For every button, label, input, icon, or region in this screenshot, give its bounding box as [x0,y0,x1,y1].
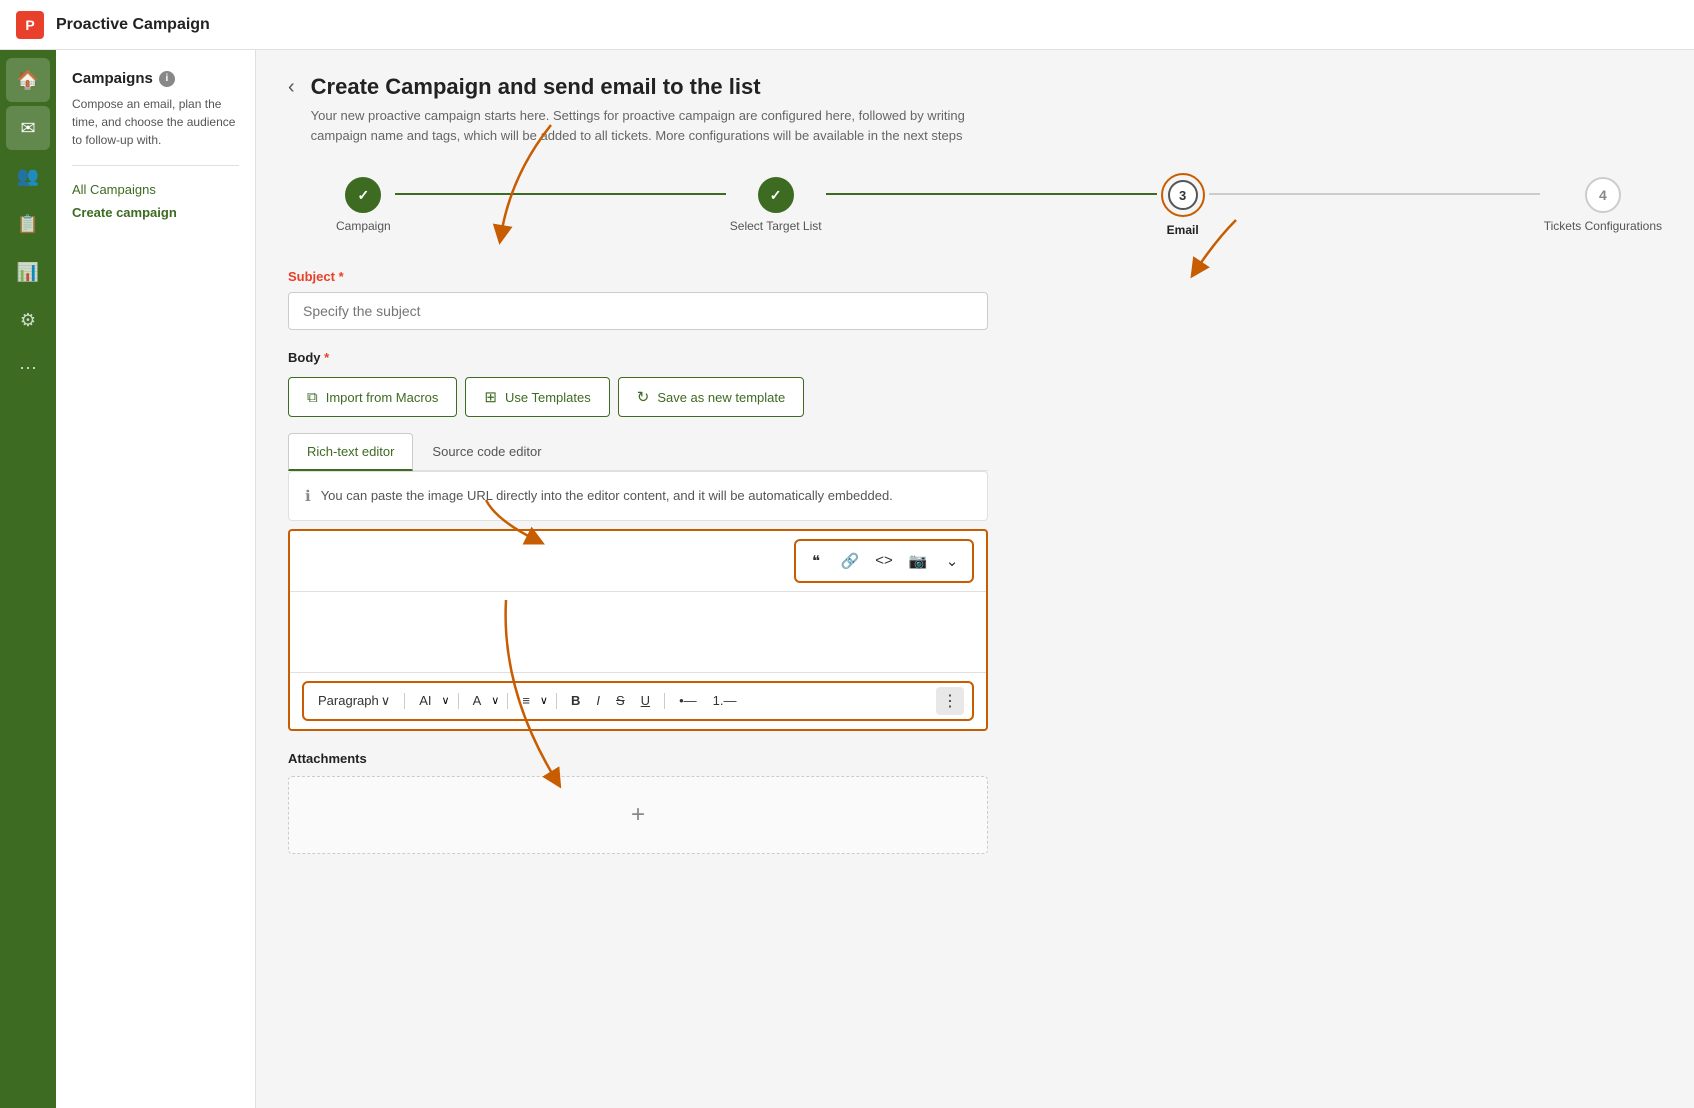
font-color-button[interactable]: A [467,689,488,712]
page-header-text: Create Campaign and send email to the li… [311,74,1011,145]
body-required: * [324,350,329,365]
code-button[interactable]: <> [868,545,900,577]
step-target-list: ✓ Select Target List [730,177,822,233]
toolbar-sep-1 [404,693,405,709]
step-circle-4: 4 [1585,177,1621,213]
page-title: Create Campaign and send email to the li… [311,74,1011,100]
nav-settings[interactable]: ⚙ [6,298,50,342]
editor-tabs: Rich-text editor Source code editor [288,433,988,471]
toolbar-sep-5 [664,693,665,709]
link-button[interactable]: 🔗 [834,545,866,577]
nav-list[interactable]: 📋 [6,202,50,246]
editor-bottom-toolbar: Paragraph ∨ AI ∨ A ∨ ≡ ∨ B [290,672,986,729]
subject-required: * [339,269,344,284]
nav-more[interactable]: ⋯ [6,346,50,390]
save-template-button[interactable]: ↻ Save as new template [618,377,804,417]
nav-reports[interactable]: 📊 [6,250,50,294]
page-description: Your new proactive campaign starts here.… [311,106,1011,145]
align-chevron-icon: ∨ [540,694,548,707]
font-chevron-icon: ∨ [491,694,499,707]
bullet-list-button[interactable]: •— [673,689,703,712]
info-circle-icon: ℹ [305,487,311,505]
step-tickets: 4 Tickets Configurations [1544,177,1662,233]
step-circle-2: ✓ [758,177,794,213]
bottom-toolbar-group: Paragraph ∨ AI ∨ A ∨ ≡ ∨ B [302,681,974,721]
step-email: 3 Email [1161,173,1205,237]
step-label-4: Tickets Configurations [1544,219,1662,233]
toolbar-sep-4 [556,693,557,709]
info-box-text: You can paste the image URL directly int… [321,486,893,506]
info-box: ℹ You can paste the image URL directly i… [288,471,988,521]
paragraph-dropdown[interactable]: Paragraph ∨ [312,689,396,713]
nav-email[interactable]: ✉ [6,106,50,150]
attachments-plus-icon: + [631,801,645,829]
main-layout: 🏠 ✉ 👥 📋 📊 ⚙ ⋯ Campaigns i Compose an ema… [0,50,1694,1108]
step-active-ring: 3 [1161,173,1205,217]
sidebar-item-all-campaigns[interactable]: All Campaigns [72,182,239,197]
tab-source-code[interactable]: Source code editor [413,433,560,471]
subject-label: Subject * [288,269,988,284]
underline-button[interactable]: U [635,689,656,712]
editor-content[interactable] [290,592,986,672]
ai-chevron-icon: ∨ [442,694,450,707]
italic-button[interactable]: I [590,689,606,712]
info-icon: i [159,71,175,87]
app-title: Proactive Campaign [56,16,210,34]
step-connector-2 [826,193,1157,195]
paragraph-chevron-icon: ∨ [381,693,391,709]
back-button[interactable]: ‹ [288,76,295,99]
more-formats-button[interactable]: ⌄ [936,545,968,577]
body-label: Body * [288,350,988,365]
page-header: ‹ Create Campaign and send email to the … [288,74,1662,145]
step-connector-1 [395,193,726,195]
action-buttons-row: ⧉ Import from Macros ⊞ Use Templates ↻ S… [288,377,988,417]
step-campaign: ✓ Campaign [336,177,391,233]
ordered-list-button[interactable]: 1.— [707,689,743,712]
align-button[interactable]: ≡ [516,689,536,712]
import-macros-icon: ⧉ [307,389,318,406]
step-label-2: Select Target List [730,219,822,233]
form-section: Subject * Body * ⧉ Import from Macros ⊞ … [288,269,988,854]
top-bar: P Proactive Campaign [0,0,1694,50]
import-macros-button[interactable]: ⧉ Import from Macros [288,377,457,417]
step-circle-1: ✓ [345,177,381,213]
save-template-icon: ↻ [637,388,650,406]
sidebar-divider [72,165,239,166]
content-area: ‹ Create Campaign and send email to the … [256,50,1694,1108]
sidebar-title: Campaigns i [72,70,239,87]
use-templates-button[interactable]: ⊞ Use Templates [465,377,609,417]
top-toolbar-group: ❝ 🔗 <> 📷 ⌄ [794,539,974,583]
toolbar-more-button[interactable]: ⋮ [936,687,964,715]
steps-row: ✓ Campaign ✓ Select Target List 3 Email … [336,173,1662,237]
attachments-dropzone[interactable]: + [288,776,988,854]
attachments-label: Attachments [288,751,988,766]
step-connector-3 [1209,193,1540,195]
nav-home[interactable]: 🏠 [6,58,50,102]
subject-input[interactable] [288,292,988,330]
image-button[interactable]: 📷 [902,545,934,577]
ai-button[interactable]: AI [413,689,437,712]
sidebar: Campaigns i Compose an email, plan the t… [56,50,256,1108]
tab-rich-text[interactable]: Rich-text editor [288,433,413,471]
toolbar-sep-3 [507,693,508,709]
step-circle-3: 3 [1168,180,1198,210]
rich-text-editor[interactable]: ❝ 🔗 <> 📷 ⌄ Paragraph ∨ [288,529,988,731]
bold-button[interactable]: B [565,689,586,712]
use-templates-icon: ⊞ [484,388,497,406]
icon-nav: 🏠 ✉ 👥 📋 📊 ⚙ ⋯ [0,50,56,1108]
editor-top-toolbar: ❝ 🔗 <> 📷 ⌄ [290,531,986,592]
sidebar-item-create-campaign[interactable]: Create campaign [72,205,239,220]
step-label-1: Campaign [336,219,391,233]
app-logo: P [16,11,44,39]
nav-contacts[interactable]: 👥 [6,154,50,198]
sidebar-description: Compose an email, plan the time, and cho… [72,95,239,149]
step-label-3: Email [1167,223,1199,237]
attachments-section: Attachments + [288,751,988,854]
toolbar-sep-2 [458,693,459,709]
strikethrough-button[interactable]: S [610,689,631,712]
quote-button[interactable]: ❝ [800,545,832,577]
